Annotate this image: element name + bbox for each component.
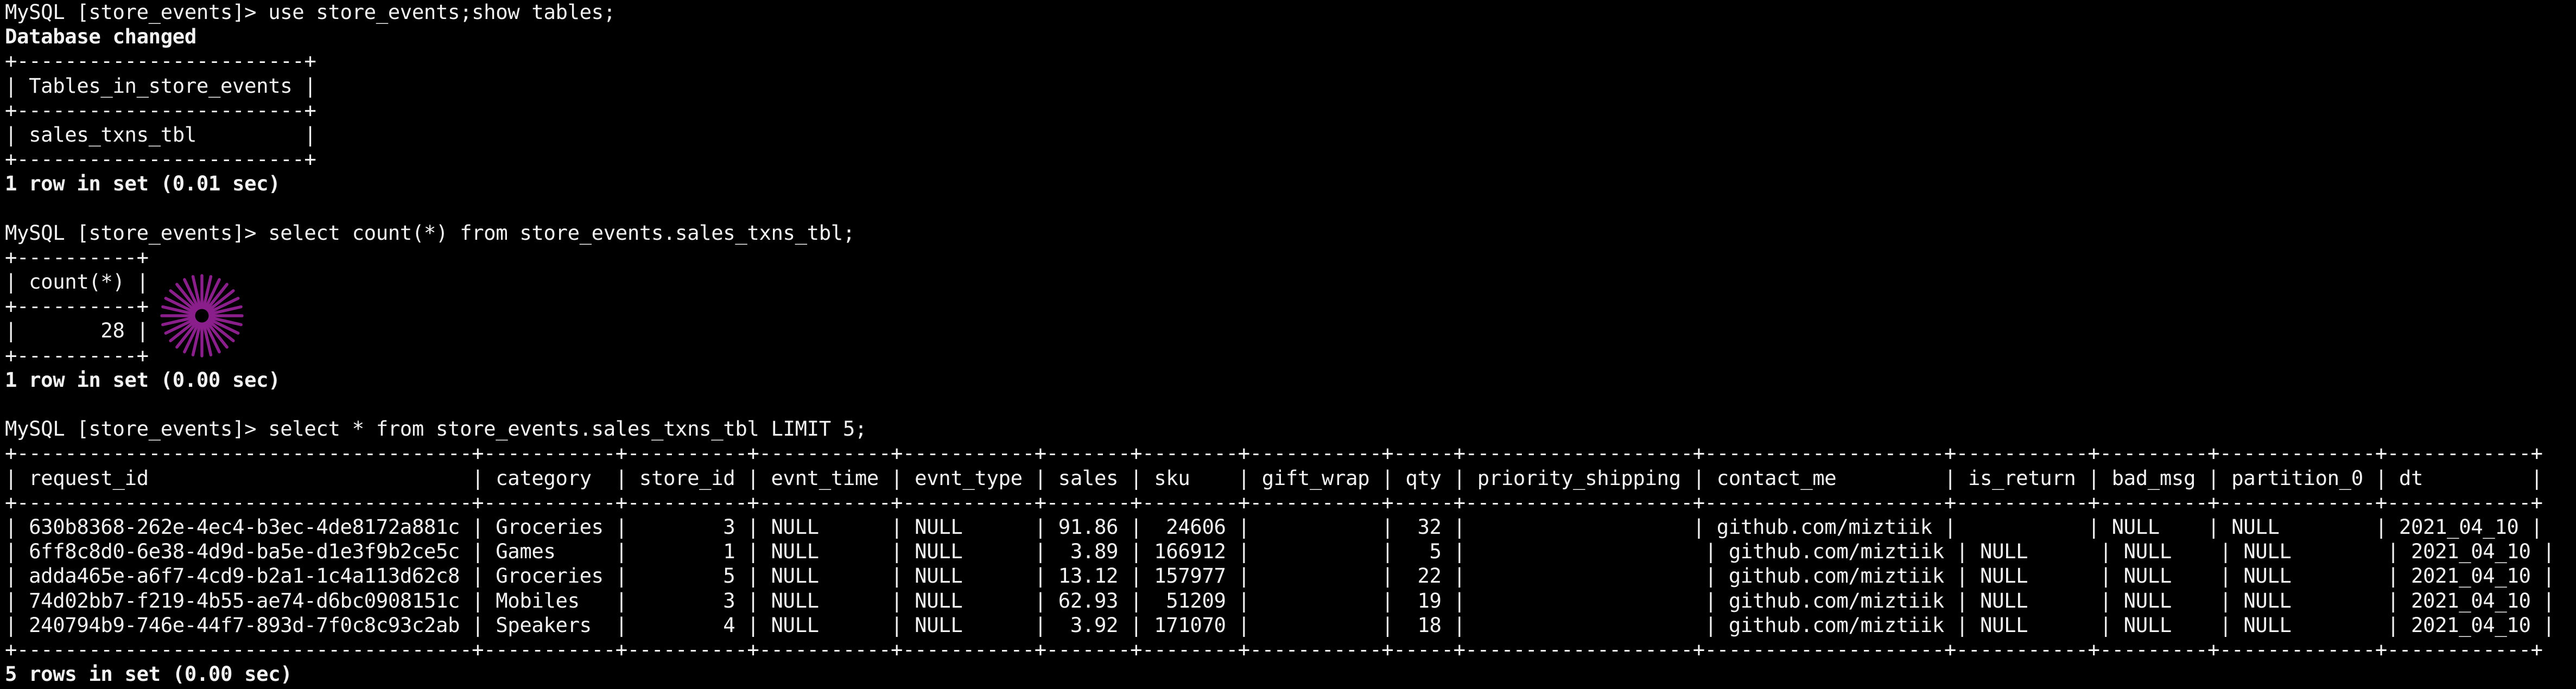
- table-border: +------------------------+: [5, 98, 316, 122]
- table-border: +----------+: [5, 245, 149, 269]
- terminal-window[interactable]: MySQL [store_events]> use store_events;s…: [5, 0, 2572, 689]
- table-row: | adda465e-a6f7-4cd9-b2a1-1c4a113d62c8 |…: [5, 564, 2555, 588]
- table-row: | 28 |: [5, 318, 149, 343]
- table-border: +------------------------+: [5, 49, 316, 73]
- status-message: Database changed: [5, 24, 196, 49]
- table-header-row: | count(*) |: [5, 270, 149, 294]
- table-row: | 6ff8c8d0-6e38-4d9d-ba5e-d1e3f9b2ce5c |…: [5, 539, 2555, 564]
- table-border: +------------------------+: [5, 147, 316, 171]
- table-border: +--------------------------------------+…: [5, 637, 2543, 661]
- table-border: +----------+: [5, 294, 149, 318]
- table-border: +--------------------------------------+…: [5, 441, 2543, 465]
- loading-spinner-icon: [160, 274, 244, 358]
- result-summary: 1 row in set (0.01 sec): [5, 171, 281, 196]
- table-row: | 240794b9-746e-44f7-893d-7f0c8c93c2ab |…: [5, 613, 2555, 637]
- table-row: | 630b8368-262e-4ec4-b3ec-4de8172a881c |…: [5, 514, 2543, 539]
- command-line: MySQL [store_events]> select * from stor…: [5, 417, 867, 441]
- table-border: +----------+: [5, 343, 149, 367]
- command-line: MySQL [store_events]> select count(*) fr…: [5, 220, 855, 245]
- table-row: | 74d02bb7-f219-4b55-ae74-d6bc0908151c |…: [5, 588, 2555, 613]
- command-line: MySQL [store_events]> use store_events;s…: [5, 0, 616, 24]
- table-header-row: | request_id | category | store_id | evn…: [5, 465, 2543, 490]
- table-row: | sales_txns_tbl |: [5, 122, 316, 146]
- table-border: +--------------------------------------+…: [5, 490, 2543, 514]
- table-header-row: | Tables_in_store_events |: [5, 73, 316, 98]
- result-summary: 1 row in set (0.00 sec): [5, 367, 281, 392]
- result-summary: 5 rows in set (0.00 sec): [5, 662, 293, 686]
